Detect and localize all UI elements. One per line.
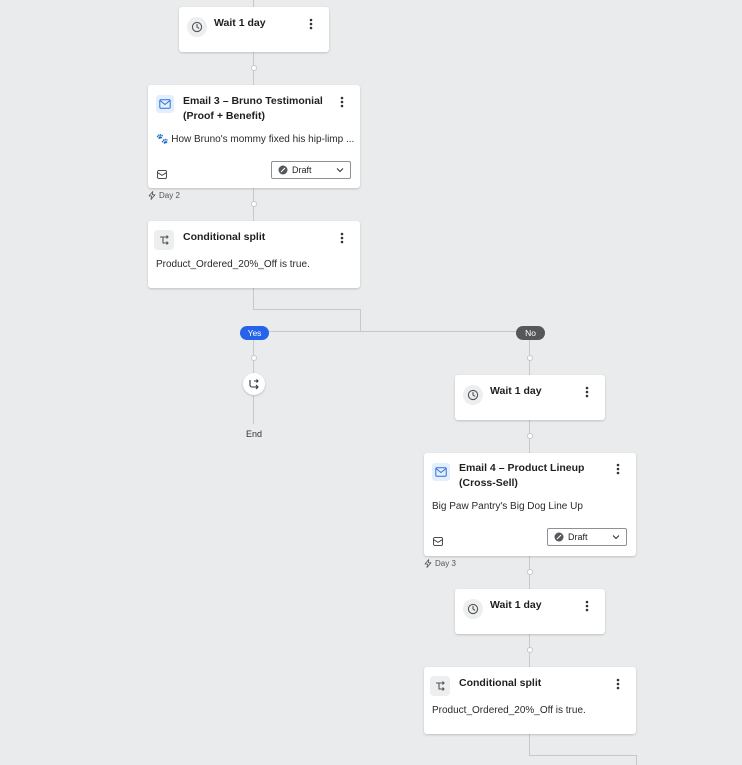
wait-node-card[interactable]: Wait 1 day bbox=[455, 589, 605, 634]
more-options-icon[interactable] bbox=[335, 94, 349, 110]
node-title: Conditional split bbox=[459, 677, 542, 689]
clock-icon bbox=[463, 599, 483, 619]
exit-node-button[interactable] bbox=[243, 373, 265, 395]
wait-node-card[interactable]: Wait 1 day bbox=[179, 7, 329, 52]
wait-node-card[interactable]: Wait 1 day bbox=[455, 375, 605, 420]
email-template-icon bbox=[433, 533, 443, 551]
exit-flow-icon bbox=[249, 379, 259, 390]
email-icon bbox=[156, 95, 174, 113]
more-options-icon[interactable] bbox=[611, 461, 625, 477]
connector-line bbox=[253, 0, 254, 7]
connector-line bbox=[529, 734, 530, 756]
clock-icon bbox=[463, 385, 483, 405]
split-condition-text: Product_Ordered_20%_Off is true. bbox=[432, 705, 586, 716]
chevron-down-icon bbox=[612, 535, 620, 540]
connector-line bbox=[529, 755, 637, 756]
more-options-icon[interactable] bbox=[611, 676, 625, 692]
more-options-icon[interactable] bbox=[580, 384, 594, 400]
day-label: Day 3 bbox=[424, 559, 456, 568]
connector-dot bbox=[527, 355, 533, 361]
email-node-card[interactable]: Email 4 – Product Lineup (Cross-Sell) Bi… bbox=[424, 453, 636, 556]
branch-no-pill[interactable]: No bbox=[516, 326, 545, 340]
more-options-icon[interactable] bbox=[304, 16, 318, 32]
connector-line bbox=[253, 309, 360, 310]
connector-dot bbox=[527, 569, 533, 575]
more-options-icon[interactable] bbox=[335, 230, 349, 246]
node-title: Conditional split bbox=[183, 231, 266, 243]
end-label: End bbox=[246, 429, 263, 439]
connector-dot bbox=[527, 647, 533, 653]
branch-yes-pill[interactable]: Yes bbox=[240, 326, 269, 340]
connector-dot bbox=[251, 65, 257, 71]
conditional-split-card[interactable]: Conditional split Product_Ordered_20%_Of… bbox=[148, 221, 360, 288]
conditional-split-card[interactable]: Conditional split Product_Ordered_20%_Of… bbox=[424, 667, 636, 734]
split-condition-text: Product_Ordered_20%_Off is true. bbox=[156, 259, 310, 270]
node-title: Email 3 – Bruno Testimonial (Proof + Ben… bbox=[183, 95, 323, 122]
connector-dot bbox=[251, 355, 257, 361]
status-label: Draft bbox=[568, 532, 588, 542]
node-title: Email 4 – Product Lineup (Cross-Sell) bbox=[459, 462, 585, 489]
chevron-down-icon bbox=[336, 168, 344, 173]
email-node-card[interactable]: Email 3 – Bruno Testimonial (Proof + Ben… bbox=[148, 85, 360, 188]
email-icon bbox=[432, 463, 450, 481]
connector-line bbox=[253, 396, 254, 424]
status-dropdown[interactable]: Draft bbox=[271, 161, 351, 179]
draft-status-icon bbox=[278, 165, 288, 175]
lightning-icon bbox=[424, 559, 432, 568]
connector-line bbox=[360, 309, 361, 331]
status-label: Draft bbox=[292, 165, 312, 175]
draft-status-icon bbox=[554, 532, 564, 542]
split-icon bbox=[154, 230, 174, 250]
email-template-icon bbox=[157, 166, 167, 184]
node-title: Wait 1 day bbox=[214, 17, 266, 29]
clock-icon bbox=[187, 17, 207, 37]
status-dropdown[interactable]: Draft bbox=[547, 528, 627, 546]
connector-line bbox=[253, 288, 254, 310]
more-options-icon[interactable] bbox=[580, 598, 594, 614]
node-title: Wait 1 day bbox=[490, 599, 542, 611]
email-preview-text: 🐾 How Bruno's mommy fixed his hip-limp .… bbox=[156, 134, 355, 145]
connector-dot bbox=[251, 201, 257, 207]
email-preview-text: Big Paw Pantry's Big Dog Line Up bbox=[432, 501, 583, 512]
connector-line bbox=[636, 755, 637, 765]
day-label: Day 2 bbox=[148, 191, 180, 200]
connector-dot bbox=[527, 433, 533, 439]
lightning-icon bbox=[148, 191, 156, 200]
connector-line bbox=[253, 331, 530, 332]
split-icon bbox=[430, 676, 450, 696]
node-title: Wait 1 day bbox=[490, 385, 542, 397]
